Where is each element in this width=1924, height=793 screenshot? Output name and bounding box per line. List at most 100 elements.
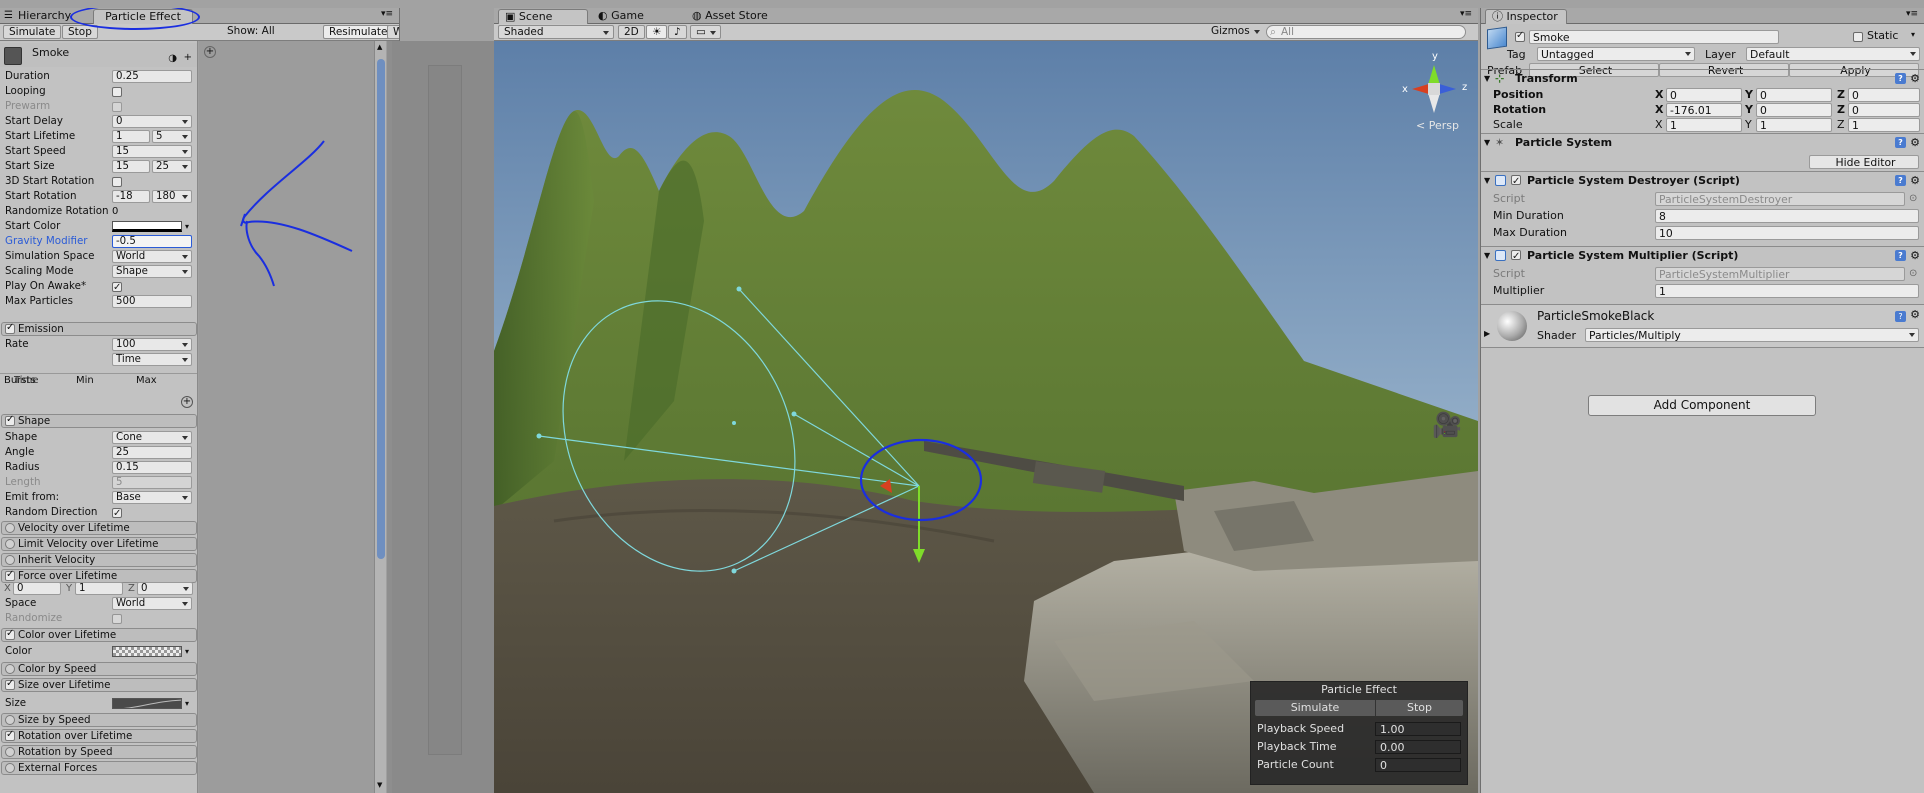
add-burst-icon[interactable]: + bbox=[181, 396, 193, 408]
prop-select[interactable]: 0 bbox=[112, 115, 192, 128]
random-direction-checkbox[interactable] bbox=[112, 506, 122, 521]
inspector-panel-menu-icon[interactable]: ▾≡ bbox=[1906, 9, 1918, 19]
transform-z-field[interactable]: 1 bbox=[1848, 118, 1920, 132]
tab-game[interactable]: ◐ Game bbox=[592, 9, 650, 24]
overlay-simulate-button[interactable]: Simulate bbox=[1255, 700, 1375, 716]
destroyer-header[interactable]: ▼ Particle System Destroyer (Script) ? ⚙ bbox=[1481, 171, 1924, 191]
prop-range-max[interactable]: 180 bbox=[152, 190, 192, 203]
particle-system-gear-icon[interactable]: ⚙ bbox=[1910, 134, 1920, 152]
module-checkbox[interactable] bbox=[5, 539, 15, 549]
module-checkbox[interactable] bbox=[5, 523, 15, 533]
module-shape[interactable]: Shape bbox=[1, 414, 197, 428]
module-checkbox[interactable] bbox=[5, 729, 15, 741]
prop-select[interactable]: Shape bbox=[112, 265, 192, 278]
module-checkbox[interactable] bbox=[5, 763, 15, 773]
module-header[interactable]: Velocity over Lifetime bbox=[1, 521, 197, 535]
transform-x-field[interactable]: 0 bbox=[1666, 88, 1742, 102]
gameobject-name-field[interactable]: Smoke bbox=[1529, 30, 1779, 44]
scene-search-input[interactable]: ⌕ All bbox=[1266, 25, 1466, 39]
tab-hierarchy[interactable]: Hierarchy bbox=[12, 9, 77, 24]
emission-checkbox[interactable] bbox=[5, 322, 15, 334]
add-curve-icon[interactable]: + bbox=[204, 46, 216, 58]
module-header[interactable]: Inherit Velocity bbox=[1, 553, 197, 567]
scene-viewport[interactable]: y z x < Persp 🎥 Particle Effect Simulate… bbox=[494, 41, 1478, 793]
multiplier-script-target-icon[interactable]: ⊙ bbox=[1909, 265, 1917, 282]
static-dropdown-icon[interactable]: ▾ bbox=[1911, 30, 1915, 39]
prop-value[interactable]: 0 bbox=[112, 204, 118, 219]
tag-select[interactable]: Untagged bbox=[1537, 47, 1695, 61]
simulate-button[interactable]: Simulate bbox=[3, 25, 62, 39]
transform-x-field[interactable]: 1 bbox=[1666, 118, 1742, 132]
module-header[interactable]: Rotation over Lifetime bbox=[1, 729, 197, 743]
overlay-row-value[interactable]: 1.00 bbox=[1375, 722, 1461, 736]
transform-gear-icon[interactable]: ⚙ bbox=[1910, 70, 1920, 88]
destroyer-script-field[interactable]: ParticleSystemDestroyer bbox=[1655, 192, 1905, 206]
multiplier-enabled-checkbox[interactable] bbox=[1511, 248, 1521, 266]
material-gear-icon[interactable]: ⚙ bbox=[1910, 308, 1920, 321]
multiplier-field[interactable]: 1 bbox=[1655, 284, 1919, 298]
module-checkbox[interactable] bbox=[5, 715, 15, 725]
multiplier-header[interactable]: ▼ Particle System Multiplier (Script) ? … bbox=[1481, 246, 1924, 266]
static-checkbox[interactable] bbox=[1853, 32, 1863, 42]
orientation-gizmo[interactable]: y z x < Persp bbox=[1394, 51, 1474, 136]
destroyer-enabled-checkbox[interactable] bbox=[1511, 173, 1521, 191]
overlay-row-value[interactable]: 0 bbox=[1375, 758, 1461, 772]
transform-help-icon[interactable]: ? bbox=[1895, 73, 1906, 84]
module-checkbox[interactable] bbox=[5, 747, 15, 757]
prop-field[interactable]: 0.25 bbox=[112, 70, 192, 83]
add-component-button[interactable]: Add Component bbox=[1588, 395, 1816, 416]
size-over-lifetime-checkbox[interactable] bbox=[5, 678, 15, 690]
force-z-field[interactable]: 0 bbox=[137, 582, 193, 595]
shape-prop-field[interactable]: 25 bbox=[112, 446, 192, 459]
camera-icon[interactable]: 🎥 bbox=[1432, 411, 1462, 439]
scroll-thumb[interactable] bbox=[377, 59, 385, 559]
scene-panel-menu-icon[interactable]: ▾≡ bbox=[1460, 9, 1472, 19]
color-gradient-swatch[interactable] bbox=[112, 646, 182, 657]
vertical-scrollbar[interactable]: ▲ ▼ bbox=[374, 41, 386, 793]
transform-y-field[interactable]: 1 bbox=[1756, 118, 1832, 132]
destroyer-script-target-icon[interactable]: ⊙ bbox=[1909, 190, 1917, 207]
module-color-over-lifetime[interactable]: Color over Lifetime bbox=[1, 628, 197, 642]
module-checkbox[interactable] bbox=[5, 569, 15, 581]
transform-y-field[interactable]: 0 bbox=[1756, 88, 1832, 102]
particle-system-foldout-icon[interactable]: ▼ bbox=[1484, 134, 1490, 152]
hide-editor-button[interactable]: Hide Editor bbox=[1809, 155, 1919, 169]
force-space-select[interactable]: World bbox=[112, 597, 192, 610]
transform-y-field[interactable]: 0 bbox=[1756, 103, 1832, 117]
size-dropdown-icon[interactable]: ▾ bbox=[185, 696, 189, 711]
prop-select[interactable]: World bbox=[112, 250, 192, 263]
multiplier-gear-icon[interactable]: ⚙ bbox=[1910, 247, 1920, 265]
lighting-toggle-icon[interactable]: ☀ bbox=[646, 25, 668, 39]
module-checkbox[interactable] bbox=[5, 555, 15, 565]
particle-system-header[interactable]: ▼ ✶ Particle System ? ⚙ bbox=[1481, 133, 1924, 151]
multiplier-script-field[interactable]: ParticleSystemMultiplier bbox=[1655, 267, 1905, 281]
audio-toggle-icon[interactable]: ♪ bbox=[668, 25, 687, 39]
module-header[interactable]: Size by Speed bbox=[1, 713, 197, 727]
shape-checkbox[interactable] bbox=[5, 414, 15, 426]
transform-x-field[interactable]: -176.01 bbox=[1666, 103, 1742, 117]
start-color-swatch[interactable] bbox=[112, 221, 182, 232]
active-checkbox[interactable] bbox=[1515, 30, 1525, 42]
transform-z-field[interactable]: 0 bbox=[1848, 103, 1920, 117]
size-curve-swatch[interactable] bbox=[112, 698, 182, 709]
gizmos-menu[interactable]: Gizmos bbox=[1206, 25, 1264, 39]
prop-range-max[interactable]: 25 bbox=[152, 160, 192, 173]
add-system-icon[interactable]: + bbox=[184, 52, 192, 63]
start-color-dropdown-icon[interactable]: ▾ bbox=[185, 219, 189, 234]
destroyer-foldout-icon[interactable]: ▼ bbox=[1484, 172, 1490, 190]
persp-label[interactable]: < Persp bbox=[1416, 119, 1459, 132]
shader-select[interactable]: Particles/Multiply bbox=[1585, 328, 1919, 342]
multiplier-foldout-icon[interactable]: ▼ bbox=[1484, 247, 1490, 265]
shape-prop-field[interactable]: 5 bbox=[112, 476, 192, 489]
force-y-field[interactable]: 1 bbox=[75, 582, 123, 595]
effects-toggle-icon[interactable]: ▭ bbox=[690, 25, 721, 39]
prop-checkbox[interactable] bbox=[112, 102, 122, 112]
transform-z-field[interactable]: 0 bbox=[1848, 88, 1920, 102]
scroll-up-icon[interactable]: ▲ bbox=[377, 43, 382, 51]
curve-editor-area[interactable]: + bbox=[199, 41, 374, 793]
scroll-down-icon[interactable]: ▼ bbox=[377, 781, 382, 789]
wireframe-toggle[interactable]: Wireframe bbox=[387, 25, 399, 39]
tab-asset-store[interactable]: ◍ Asset Store bbox=[686, 9, 774, 24]
panel-menu-icon[interactable]: ▾≡ bbox=[381, 9, 393, 19]
module-emission[interactable]: Emission bbox=[1, 322, 197, 336]
